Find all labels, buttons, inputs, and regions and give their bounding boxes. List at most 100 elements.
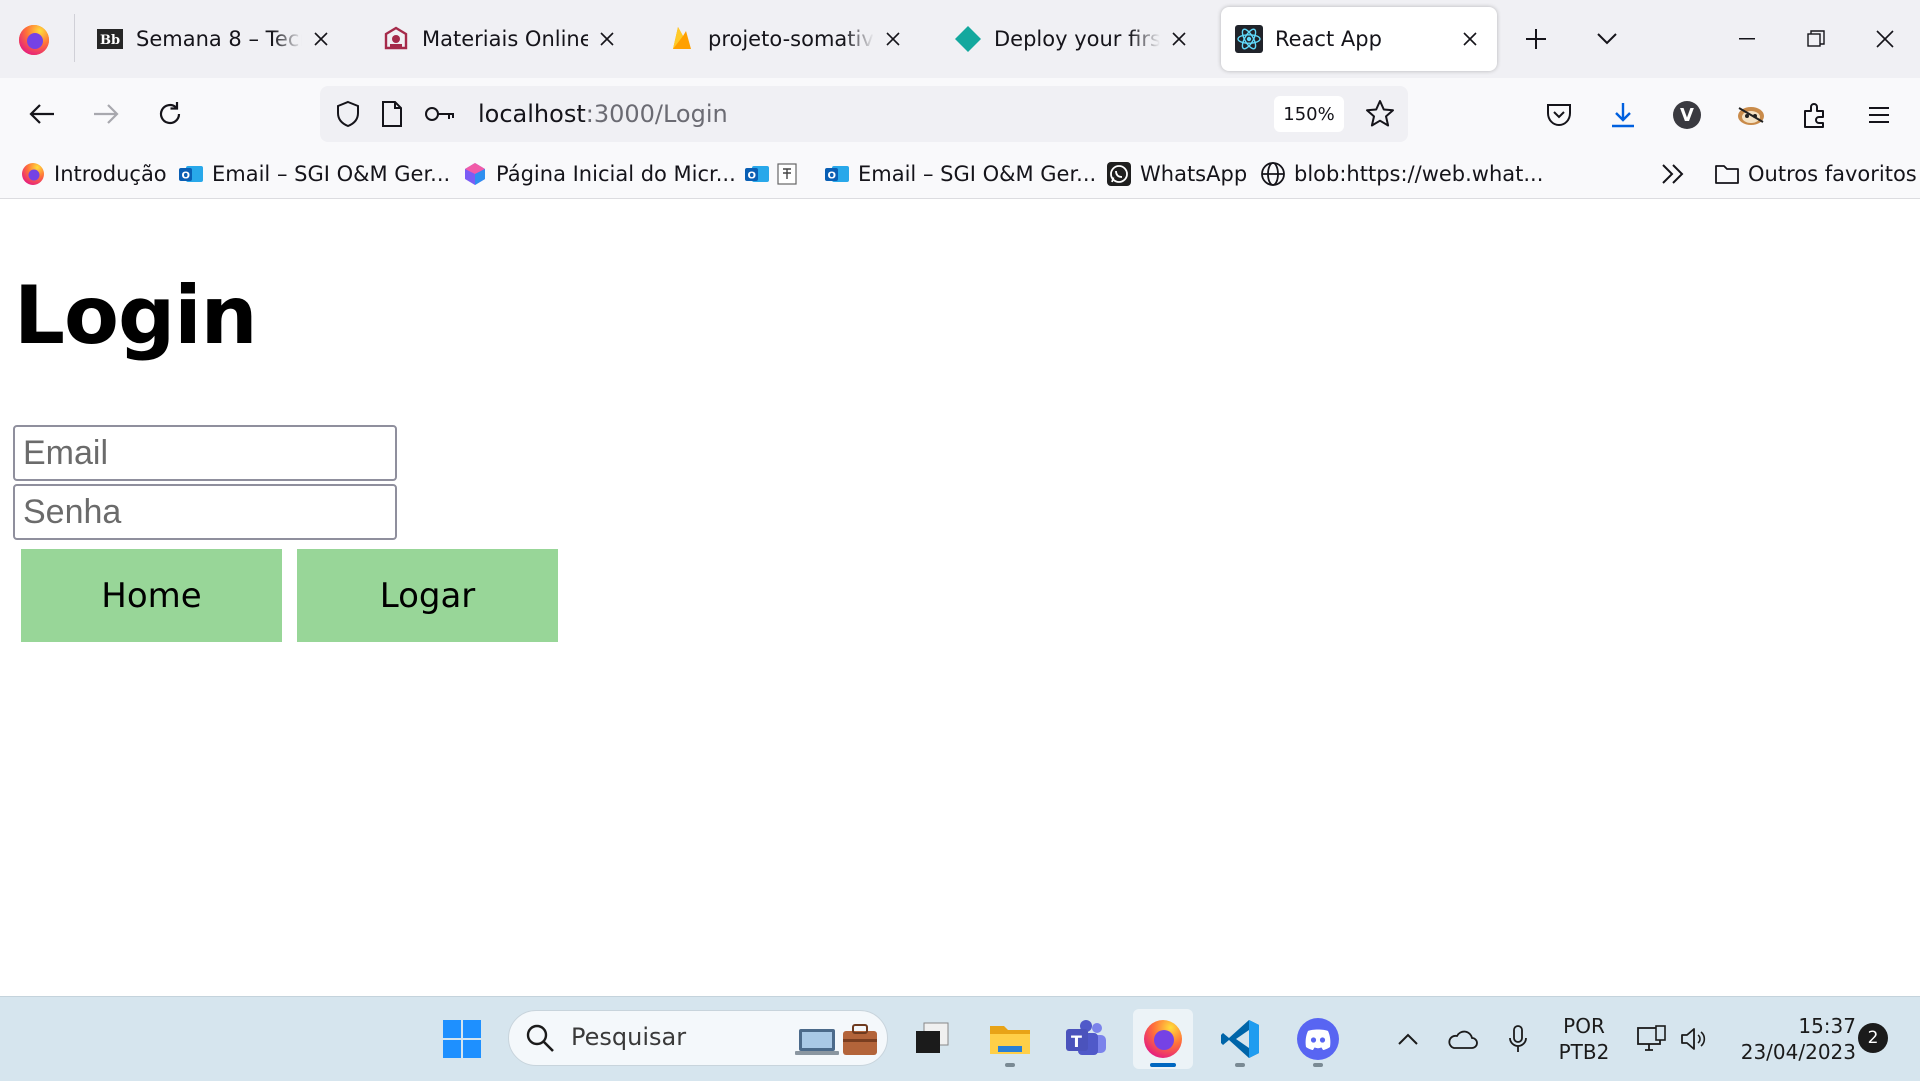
svg-text:O: O — [182, 171, 191, 182]
bookmark-label: Página Inicial do Micr... — [496, 162, 736, 186]
profile-avatar[interactable]: V — [1666, 94, 1708, 136]
bookmark-introducao[interactable]: Introdução — [20, 158, 167, 190]
address-bar[interactable]: localhost:3000/Login 150% — [320, 86, 1408, 142]
firebase-icon — [668, 25, 696, 53]
outlook-icon: O — [824, 161, 850, 187]
url-text[interactable]: localhost:3000/Login — [478, 100, 728, 128]
volume-icon[interactable] — [1676, 1009, 1712, 1069]
search-placeholder: Pesquisar — [571, 1023, 687, 1051]
tab-title: projeto-somativa2 - Firebase — [708, 27, 874, 51]
other-bookmarks-label: Outros favoritos — [1748, 162, 1917, 186]
bookmark-outlook-calendar[interactable]: O — [744, 158, 808, 190]
tab-title: Deploy your first project — [994, 27, 1160, 51]
bookmark-star-icon[interactable] — [1364, 98, 1396, 130]
list-all-tabs-chevron-down-icon[interactable] — [1590, 22, 1624, 56]
bookmarks-toolbar: Introdução O Email – SGI O&M Ger... Pági… — [0, 150, 1920, 199]
microsoft-teams-icon[interactable]: T — [1056, 1009, 1116, 1069]
outlook-icon: O — [178, 161, 204, 187]
show-hidden-icons-chevron-up-icon[interactable] — [1390, 1009, 1426, 1069]
close-tab-icon[interactable] — [308, 26, 334, 52]
microphone-icon[interactable] — [1502, 1009, 1534, 1069]
diamond-icon — [954, 25, 982, 53]
close-tab-icon[interactable] — [1457, 26, 1483, 52]
active-indicator — [1150, 1063, 1176, 1067]
running-indicator — [1313, 1063, 1323, 1067]
tab-materiais-online[interactable]: Materiais Online — [368, 7, 634, 71]
file-explorer-icon[interactable] — [980, 1009, 1040, 1069]
more-bookmarks-chevron-icon[interactable] — [1660, 158, 1686, 190]
downloads-icon[interactable] — [1602, 94, 1644, 136]
bookmark-email-sgi-1[interactable]: O Email – SGI O&M Ger... — [178, 158, 450, 190]
tab-projeto-somativa2[interactable]: projeto-somativa2 - Firebase — [654, 7, 920, 71]
network-icon[interactable] — [1634, 1009, 1670, 1069]
windows-taskbar: Pesquisar T POR PTB2 15:37 23/04/2023 2 — [0, 996, 1920, 1081]
extension-sloth-icon[interactable] — [1730, 94, 1772, 136]
close-window-icon[interactable] — [1863, 20, 1907, 58]
outlook-icon: O — [744, 161, 770, 187]
globe-icon — [1260, 161, 1286, 187]
windows-start-icon[interactable] — [432, 1009, 492, 1069]
firefox-taskbar-icon[interactable] — [1133, 1009, 1193, 1069]
password-input[interactable] — [13, 484, 397, 540]
reload-icon[interactable] — [150, 94, 190, 134]
keyboard-layout: PTB2 — [1558, 1040, 1610, 1064]
bookmark-pagina-inicial-microsoft[interactable]: Página Inicial do Micr... — [462, 158, 736, 190]
notification-count: 2 — [1867, 1028, 1879, 1048]
tab-deploy-first-project[interactable]: Deploy your first project — [940, 7, 1206, 71]
hamburger-menu-icon[interactable] — [1858, 94, 1900, 136]
clock-time: 15:37 — [1798, 1014, 1856, 1038]
taskbar-search-box[interactable]: Pesquisar — [508, 1010, 888, 1066]
clock-date: 23/04/2023 — [1740, 1040, 1856, 1064]
minimize-window-icon[interactable] — [1725, 20, 1769, 58]
close-tab-icon[interactable] — [594, 26, 620, 52]
puc-logo-icon — [382, 25, 410, 53]
key-icon[interactable] — [424, 98, 456, 130]
running-indicator — [1235, 1063, 1245, 1067]
bookmark-label: WhatsApp — [1140, 162, 1248, 186]
profile-initial: V — [1680, 104, 1694, 126]
firefox-icon — [20, 161, 46, 187]
vscode-icon[interactable] — [1210, 1009, 1270, 1069]
new-tab-plus-icon[interactable] — [1519, 22, 1553, 56]
microsoft365-icon — [462, 161, 488, 187]
tab-semana-8[interactable]: Bb Semana 8 – Tecnologias — [82, 7, 348, 71]
bookmark-label: Email – SGI O&M Ger... — [858, 162, 1097, 186]
onedrive-cloud-icon[interactable] — [1444, 1009, 1480, 1069]
svg-text:T: T — [1071, 1032, 1082, 1051]
shield-icon[interactable] — [332, 98, 364, 130]
close-tab-icon[interactable] — [1166, 26, 1192, 52]
input-language-indicator[interactable]: POR PTB2 — [1552, 1009, 1616, 1069]
svg-text:O: O — [748, 171, 757, 182]
other-bookmarks-folder[interactable]: Outros favoritos — [1714, 158, 1917, 190]
discord-icon[interactable] — [1288, 1009, 1348, 1069]
bookmark-whatsapp[interactable]: WhatsApp — [1106, 158, 1247, 190]
email-input[interactable] — [13, 425, 397, 481]
clock[interactable]: 15:37 23/04/2023 — [1722, 1009, 1862, 1069]
page-title: Login — [14, 269, 258, 362]
restore-window-icon[interactable] — [1794, 20, 1838, 58]
page-icon[interactable] — [376, 98, 408, 130]
task-view-icon[interactable] — [902, 1009, 962, 1069]
folder-icon — [1714, 161, 1740, 187]
notification-badge[interactable]: 2 — [1858, 1023, 1888, 1053]
language-code: POR — [1563, 1014, 1605, 1038]
svg-text:O: O — [828, 171, 837, 182]
extensions-puzzle-icon[interactable] — [1794, 94, 1836, 136]
svg-text:Bb: Bb — [100, 33, 120, 48]
tab-react-app[interactable]: React App — [1221, 7, 1497, 71]
search-highlight-image — [793, 1019, 881, 1063]
bookmark-blob-whatsapp[interactable]: blob:https://web.what... — [1260, 158, 1543, 190]
pocket-icon[interactable] — [1538, 94, 1580, 136]
zoom-level-badge[interactable]: 150% — [1274, 96, 1344, 132]
home-button[interactable]: Home — [21, 549, 282, 642]
forward-arrow-icon[interactable] — [86, 94, 126, 134]
firefox-menu-icon[interactable] — [14, 20, 54, 60]
back-arrow-icon[interactable] — [22, 94, 62, 134]
tab-title: React App — [1275, 27, 1382, 51]
login-button[interactable]: Logar — [297, 549, 558, 642]
bookmark-label: Email – SGI O&M Ger... — [212, 162, 451, 186]
bookmark-email-sgi-2[interactable]: O Email – SGI O&M Ger... — [824, 158, 1096, 190]
close-tab-icon[interactable] — [880, 26, 906, 52]
page-content: Login Home Logar — [0, 199, 1920, 996]
tab-title: Materiais Online — [422, 27, 588, 51]
